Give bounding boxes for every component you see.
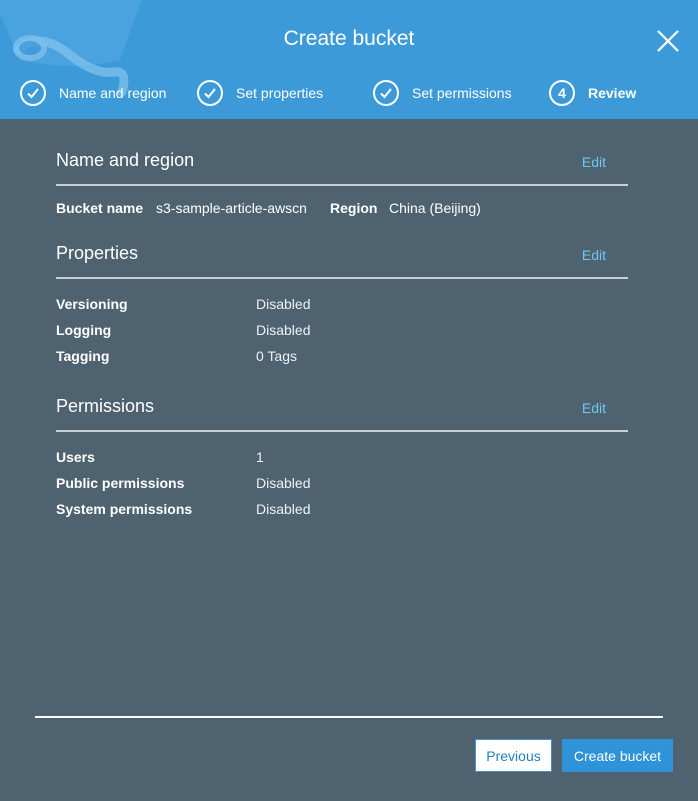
section-title: Name and region — [56, 150, 195, 170]
edit-name-region-link[interactable]: Edit — [582, 154, 606, 170]
section-permissions: Permissions Edit Users 1 Public permissi… — [56, 394, 628, 522]
step-label: Review — [588, 85, 637, 101]
property-row: Tagging 0 Tags — [56, 343, 628, 369]
previous-button[interactable]: Previous — [475, 739, 552, 772]
check-icon — [373, 80, 399, 106]
property-row: Logging Disabled — [56, 317, 628, 343]
permission-label: System permissions — [56, 501, 193, 517]
region-value: China (Beijing) — [389, 200, 481, 216]
permission-label: Public permissions — [56, 475, 185, 491]
step-name-and-region[interactable]: Name and region — [20, 79, 166, 107]
edit-properties-link[interactable]: Edit — [582, 247, 606, 263]
permission-value: Disabled — [256, 475, 311, 491]
step-label: Set permissions — [412, 85, 512, 101]
permission-row: Public permissions Disabled — [56, 470, 628, 496]
property-value: Disabled — [256, 322, 311, 338]
property-label: Tagging — [56, 348, 110, 364]
bucket-info-row: Bucket name s3-sample-article-awscn Regi… — [56, 195, 628, 221]
check-icon — [197, 80, 223, 106]
create-bucket-button[interactable]: Create bucket — [562, 739, 673, 772]
region-label: Region — [330, 200, 378, 216]
property-label: Logging — [56, 322, 112, 338]
close-icon[interactable] — [654, 27, 682, 55]
permission-row: Users 1 — [56, 444, 628, 470]
step-label: Set properties — [236, 85, 324, 101]
check-icon — [20, 80, 46, 106]
section-header: Name and region Edit — [56, 148, 628, 186]
property-value: 0 Tags — [256, 348, 297, 364]
step-review[interactable]: 4 Review — [549, 79, 636, 107]
create-bucket-dialog: Create bucket Name and region Set proper… — [0, 0, 698, 801]
bucket-name-value: s3-sample-article-awscn — [156, 200, 307, 216]
section-header: Permissions Edit — [56, 394, 628, 432]
property-label: Versioning — [56, 296, 128, 312]
property-row: Versioning Disabled — [56, 291, 628, 317]
section-name-and-region: Name and region Edit Bucket name s3-samp… — [56, 148, 628, 221]
dialog-title: Create bucket — [283, 27, 415, 50]
section-header: Properties Edit — [56, 241, 628, 279]
step-number-badge: 4 — [549, 80, 575, 106]
step-label: Name and region — [59, 85, 167, 101]
permission-value: 1 — [256, 449, 264, 465]
permission-row: System permissions Disabled — [56, 496, 628, 522]
permission-value: Disabled — [256, 501, 311, 517]
dialog-header: Create bucket Name and region Set proper… — [0, 0, 698, 119]
permission-label: Users — [56, 449, 95, 465]
edit-permissions-link[interactable]: Edit — [582, 400, 606, 416]
section-title: Permissions — [56, 396, 155, 416]
section-properties: Properties Edit Versioning Disabled Logg… — [56, 241, 628, 369]
section-title: Properties — [56, 243, 139, 263]
bucket-name-label: Bucket name — [56, 200, 144, 216]
step-number: 4 — [558, 85, 566, 101]
property-value: Disabled — [256, 296, 311, 312]
step-set-permissions[interactable]: Set permissions — [373, 79, 512, 107]
step-set-properties[interactable]: Set properties — [197, 79, 323, 107]
footer-divider — [35, 716, 663, 718]
